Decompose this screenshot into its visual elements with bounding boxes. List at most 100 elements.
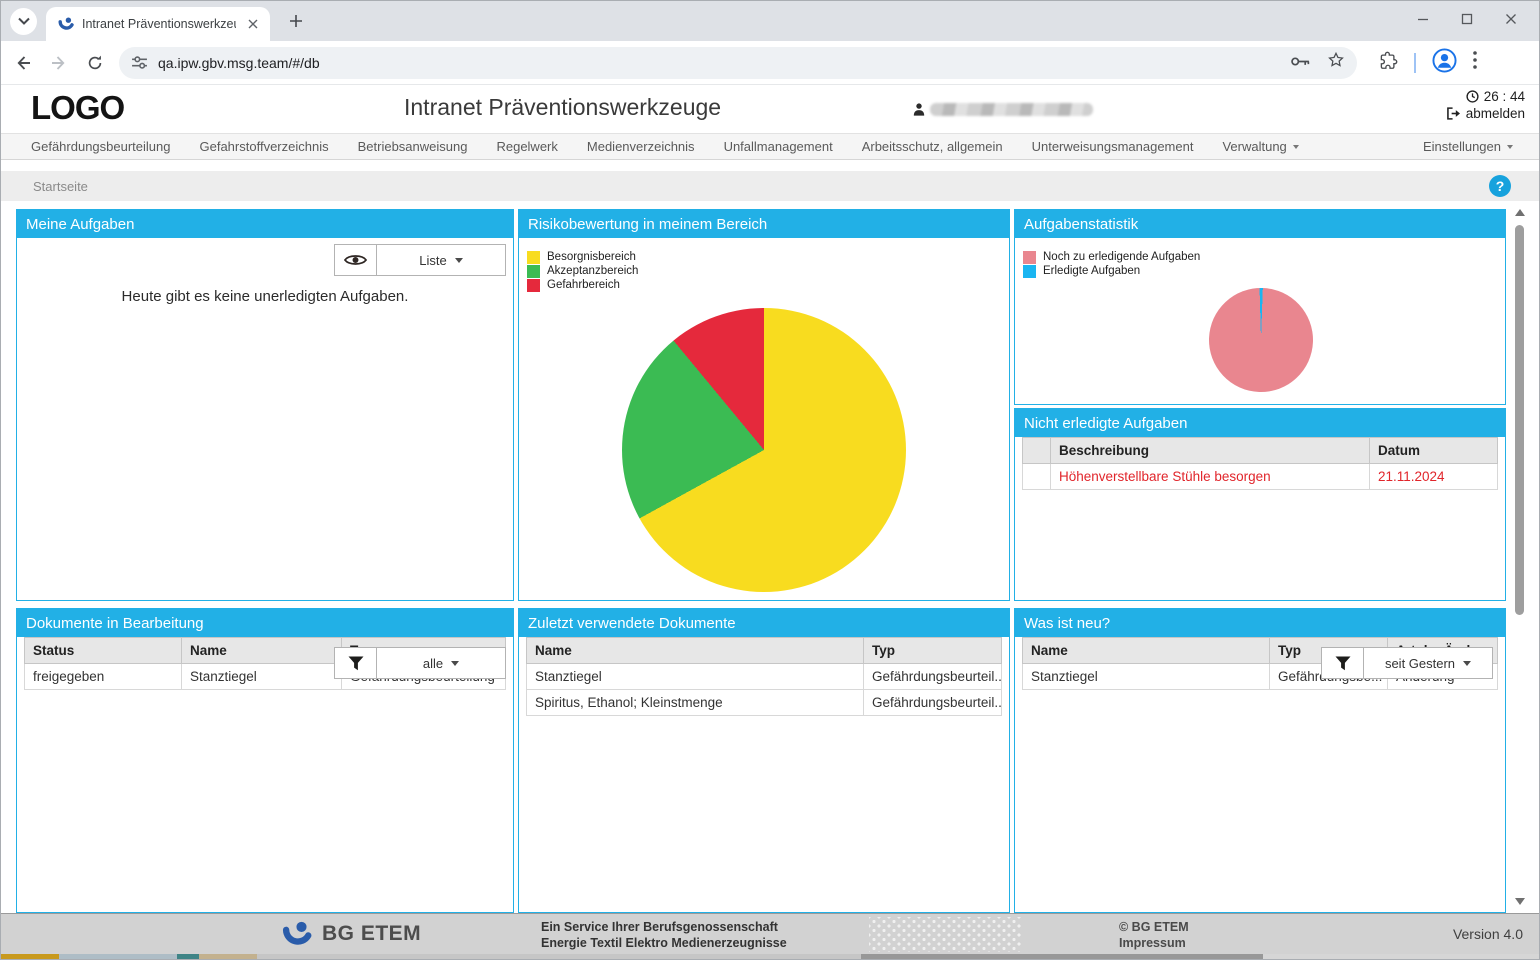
column-header[interactable]: Status	[25, 638, 182, 664]
logout-icon	[1446, 107, 1461, 120]
help-icon[interactable]	[1489, 175, 1511, 197]
panel-title: Risikobewertung in meinem Bereich	[519, 210, 1009, 238]
risk-pie	[622, 308, 906, 592]
browser-tab[interactable]: Intranet Präventionswerkzeuge	[46, 7, 270, 41]
panel-title: Meine Aufgaben	[17, 210, 513, 238]
new-tab-button[interactable]	[282, 7, 310, 35]
column-header-blank[interactable]	[1023, 438, 1051, 464]
liste-dropdown[interactable]: Liste	[377, 245, 505, 275]
scrollbar-down-arrow[interactable]	[1515, 898, 1525, 905]
site-settings-icon	[131, 54, 148, 71]
nav-item-unterweisungsmanagement[interactable]: Unterweisungsmanagement	[1032, 139, 1194, 154]
logout-button[interactable]: abmelden	[1446, 105, 1525, 122]
panel-aufgabenstatistik: Aufgabenstatistik Noch zu erledigende Au…	[1014, 209, 1506, 405]
arrow-right-icon	[49, 53, 69, 73]
breadcrumb[interactable]: Startseite	[33, 179, 88, 194]
panel-title: Was ist neu?	[1015, 609, 1505, 637]
url-text: qa.ipw.gbv.msg.team/#/db	[158, 55, 1291, 71]
tasks-pie	[1207, 286, 1315, 394]
filter-button[interactable]	[335, 648, 377, 678]
impressum-link[interactable]: Impressum	[1119, 935, 1189, 951]
bg-etem-logo: BG ETEM	[281, 919, 421, 949]
reload-icon	[86, 54, 104, 72]
url-bar[interactable]: qa.ipw.gbv.msg.team/#/db	[119, 47, 1357, 79]
session-time: 26 : 44	[1484, 88, 1525, 105]
chevron-down-icon	[1463, 661, 1471, 666]
bookmark-star-icon[interactable]	[1327, 51, 1345, 74]
footer-brand: BG ETEM	[322, 922, 421, 946]
view-toggle-button[interactable]	[335, 245, 377, 275]
eye-icon	[344, 253, 367, 267]
nav-item-betriebsanweisung[interactable]: Betriebsanweisung	[358, 139, 468, 154]
panel-was-ist-neu: Was ist neu? seit Gestern	[1014, 608, 1506, 913]
nav-item-einstellungen[interactable]: Einstellungen	[1423, 139, 1513, 154]
window-maximize-button[interactable]	[1461, 12, 1473, 30]
plus-icon	[289, 14, 303, 28]
nav-item-regelwerk[interactable]: Regelwerk	[496, 139, 557, 154]
open-tasks-table: Beschreibung Datum Höhenverstellbare Stü…	[1022, 437, 1498, 490]
logout-label: abmelden	[1466, 105, 1525, 122]
session-timer: 26 : 44	[1446, 88, 1525, 105]
window-minimize-button[interactable]	[1417, 12, 1429, 30]
column-header[interactable]: Datum	[1370, 438, 1498, 464]
close-icon	[1505, 13, 1517, 25]
column-header[interactable]: Name	[182, 638, 342, 664]
table-row[interactable]: Stanztiegel Gefährdungsbeurteil...	[527, 664, 1002, 690]
panel-meine-aufgaben: Meine Aufgaben Liste Heute gibt es keine…	[16, 209, 514, 601]
person-icon	[913, 103, 925, 116]
legend-swatch	[527, 279, 540, 292]
seit-gestern-dropdown[interactable]: seit Gestern	[1364, 648, 1492, 678]
scrollbar-thumb[interactable]	[1515, 225, 1524, 615]
app-logo: LOGO	[31, 89, 124, 127]
browser-tab-strip: Intranet Präventionswerkzeuge	[1, 1, 1539, 41]
browser-menu-button[interactable]	[1473, 51, 1477, 74]
password-key-icon[interactable]	[1291, 54, 1311, 72]
footer-dot-pattern	[869, 917, 1021, 952]
nav-item-unfallmanagement[interactable]: Unfallmanagement	[724, 139, 833, 154]
window-close-button[interactable]	[1505, 12, 1517, 30]
user-chip	[913, 103, 1093, 116]
legend-swatch	[1023, 265, 1036, 278]
user-name-redacted	[930, 103, 1093, 116]
risk-pie-legend: Besorgnisbereich Akzeptanzbereich Gefahr…	[527, 251, 638, 293]
table-row[interactable]: Spiritus, Ethanol; Kleinstmenge Gefährdu…	[527, 690, 1002, 716]
legend-swatch	[1023, 251, 1036, 264]
column-header[interactable]: Name	[527, 638, 864, 664]
content-scrollbar[interactable]	[1512, 207, 1526, 907]
kebab-menu-icon	[1473, 51, 1477, 69]
chevron-down-icon	[455, 258, 463, 263]
nav-item-arbeitsschutz[interactable]: Arbeitsschutz, allgemein	[862, 139, 1003, 154]
clock-icon	[1466, 90, 1479, 103]
scrollbar-up-arrow[interactable]	[1515, 209, 1525, 216]
profile-avatar-button[interactable]	[1432, 48, 1457, 78]
column-header[interactable]: Typ	[864, 638, 1002, 664]
page-title: Intranet Präventionswerkzeuge	[404, 94, 721, 121]
toolbar-separator	[1414, 53, 1416, 73]
nav-item-medienverzeichnis[interactable]: Medienverzeichnis	[587, 139, 695, 154]
alle-dropdown[interactable]: alle	[377, 648, 505, 678]
back-button[interactable]	[9, 49, 37, 77]
key-icon	[1291, 56, 1311, 67]
nav-item-gefaehrdungsbeurteilung[interactable]: Gefährdungsbeurteilung	[31, 139, 171, 154]
panel-zuletzt-verwendete-dokumente: Zuletzt verwendete Dokumente Name Typ St…	[518, 608, 1010, 913]
forward-button[interactable]	[45, 49, 73, 77]
tab-search-button[interactable]	[10, 8, 37, 35]
column-header[interactable]: Name	[1023, 638, 1270, 664]
chevron-down-icon	[18, 17, 30, 25]
footer-copyright: © BG ETEM	[1119, 919, 1189, 935]
minimize-icon	[1417, 13, 1429, 25]
reload-button[interactable]	[81, 49, 109, 77]
column-header[interactable]: Beschreibung	[1051, 438, 1370, 464]
avatar-icon	[1432, 48, 1457, 73]
tab-close-button[interactable]	[244, 15, 262, 33]
panel-dokumente-in-bearbeitung: Dokumente in Bearbeitung alle	[16, 608, 514, 913]
extensions-button[interactable]	[1379, 51, 1398, 75]
dashboard: Meine Aufgaben Liste Heute gibt es keine…	[1, 201, 1539, 913]
table-row[interactable]: Höhenverstellbare Stühle besorgen 21.11.…	[1023, 464, 1498, 490]
chevron-down-icon	[1293, 145, 1299, 149]
nav-item-gefahrstoffverzeichnis[interactable]: Gefahrstoffverzeichnis	[200, 139, 329, 154]
filter-button[interactable]	[1322, 648, 1364, 678]
panel-title: Aufgabenstatistik	[1015, 210, 1505, 238]
legend-swatch	[527, 251, 540, 264]
nav-item-verwaltung[interactable]: Verwaltung	[1222, 139, 1298, 154]
